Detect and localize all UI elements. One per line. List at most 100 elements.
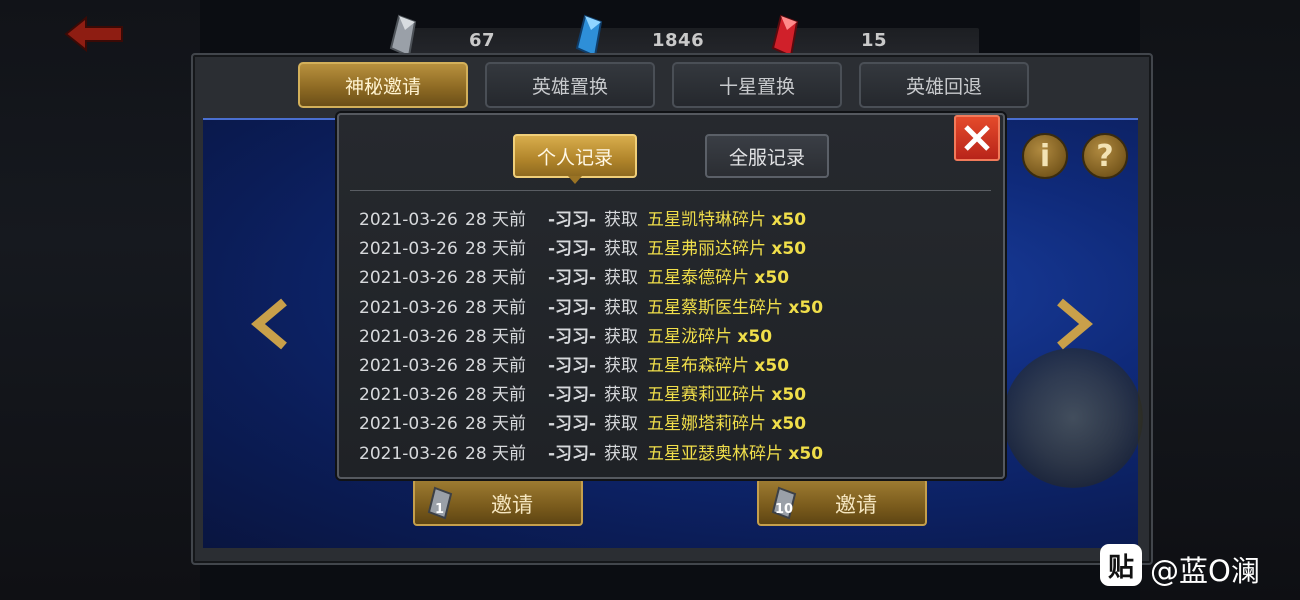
tab-ten-star-swap[interactable]: 十星置换 — [672, 62, 842, 108]
resource-value: 15 — [861, 30, 888, 51]
list-item: 2021-03-26 28 天前 -习习- 获取 五星弗丽达碎片 x50 — [352, 235, 988, 264]
record-player: -习习- — [548, 297, 597, 318]
record-player: -习习- — [548, 385, 597, 406]
reward-name: 五星凯特琳碎片 — [647, 210, 766, 230]
blue-crystal-icon — [575, 14, 603, 58]
chevron-left-icon — [251, 298, 287, 350]
reward-qty: x50 — [771, 239, 807, 260]
back-arrow-icon — [64, 15, 123, 53]
reward-name: 五星泷碎片 — [647, 326, 732, 347]
record-reward: 五星蔡斯医生碎片 x50 — [647, 294, 823, 323]
close-button[interactable] — [954, 115, 1000, 161]
watermark-text: @蓝O澜 — [1150, 554, 1260, 588]
record-player: -习习- — [548, 355, 597, 376]
resource-value: 67 — [469, 30, 496, 51]
record-reward: 五星娜塔莉碎片 x50 — [647, 410, 806, 439]
record-ago: 28 天前 — [465, 443, 527, 463]
back-button[interactable] — [62, 14, 126, 54]
record-ago: 28 天前 — [465, 268, 527, 289]
invite-ten-button[interactable]: 10 邀请 — [757, 478, 927, 526]
list-item: 2021-03-26 28 天前 -习习- 获取 五星布森碎片 x50 — [352, 352, 988, 381]
record-verb: 获取 — [604, 210, 638, 230]
record-date: 2021-03-26 — [359, 326, 458, 347]
reward-qty: x50 — [754, 268, 790, 289]
reward-name: 五星娜塔莉碎片 — [647, 414, 766, 435]
reward-name: 五星蔡斯医生碎片 — [647, 297, 783, 318]
next-arrow-button[interactable] — [1050, 298, 1096, 350]
record-ago: 28 天前 — [465, 297, 527, 318]
record-ago: 28 天前 — [465, 210, 527, 230]
record-ago: 28 天前 — [465, 414, 527, 435]
record-verb: 获取 — [604, 443, 638, 463]
record-date: 2021-03-26 — [359, 355, 458, 376]
tab-server-record[interactable]: 全服记录 — [705, 134, 829, 178]
reward-qty: x50 — [771, 414, 807, 435]
record-ago: 28 天前 — [465, 239, 527, 260]
record-player: -习习- — [548, 326, 597, 347]
resource-red-crystal: 15 — [767, 10, 1007, 58]
list-item: 2021-03-26 28 天前 -习习- 获取 五星娜塔莉碎片 x50 — [352, 410, 988, 439]
resource-value: 1846 — [652, 30, 705, 51]
record-reward: 五星泷碎片 x50 — [647, 323, 772, 352]
tab-hero-rollback[interactable]: 英雄回退 — [859, 62, 1029, 108]
reward-name: 五星亚瑟奥林碎片 — [647, 443, 783, 463]
chevron-right-icon — [1057, 298, 1093, 350]
record-player: -习习- — [548, 414, 597, 435]
record-verb: 获取 — [604, 297, 638, 318]
record-verb: 获取 — [604, 355, 638, 376]
record-reward: 五星布森碎片 x50 — [647, 352, 789, 381]
gray-crystal-icon — [389, 14, 417, 58]
record-date: 2021-03-26 — [359, 239, 458, 260]
record-date: 2021-03-26 — [359, 443, 458, 463]
record-ago: 28 天前 — [465, 385, 527, 406]
tab-mystery-invite[interactable]: 神秘邀请 — [298, 62, 468, 108]
help-button[interactable]: ? — [1082, 133, 1128, 179]
background-left — [0, 0, 200, 600]
reward-qty: x50 — [754, 355, 790, 376]
record-list[interactable]: 2021-03-26 28 天前 -习习- 获取 五星凯特琳碎片 x50 2021-03… — [352, 206, 988, 462]
invite-once-button[interactable]: 1 邀请 — [413, 478, 583, 526]
record-date: 2021-03-26 — [359, 297, 458, 318]
list-item: 2021-03-26 28 天前 -习习- 获取 五星凯特琳碎片 x50 — [352, 206, 988, 235]
record-reward: 五星凯特琳碎片 x50 — [647, 206, 806, 235]
invite-count: 10 — [775, 502, 794, 517]
prev-arrow-button[interactable] — [248, 298, 294, 350]
tab-personal-record[interactable]: 个人记录 — [513, 134, 637, 184]
record-date: 2021-03-26 — [359, 210, 458, 230]
record-reward: 五星赛莉亚碎片 x50 — [647, 381, 806, 410]
info-button[interactable]: i — [1022, 133, 1068, 179]
record-ago: 28 天前 — [465, 326, 527, 347]
record-reward: 五星泰德碎片 x50 — [647, 264, 789, 293]
close-icon — [964, 125, 990, 151]
reward-qty: x50 — [771, 210, 807, 230]
invite-label: 邀请 — [491, 493, 533, 517]
watermark-logo: 贴 — [1100, 544, 1142, 586]
reward-name: 五星弗丽达碎片 — [647, 239, 766, 260]
list-item: 2021-03-26 28 天前 -习习- 获取 五星泰德碎片 x50 — [352, 264, 988, 293]
record-date: 2021-03-26 — [359, 385, 458, 406]
record-date: 2021-03-26 — [359, 268, 458, 289]
resource-bar — [407, 28, 597, 56]
background-right — [1140, 0, 1300, 600]
reward-name: 五星赛莉亚碎片 — [647, 385, 766, 406]
reward-name: 五星布森碎片 — [647, 355, 749, 376]
record-player: -习习- — [548, 239, 597, 260]
record-verb: 获取 — [604, 268, 638, 289]
list-item: 2021-03-26 28 天前 -习习- 获取 五星赛莉亚碎片 x50 — [352, 381, 988, 410]
list-item: 2021-03-26 28 天前 -习习- 获取 五星蔡斯医生碎片 x50 — [352, 294, 988, 323]
reward-qty: x50 — [788, 443, 824, 463]
medal-emblem — [1003, 348, 1143, 488]
record-player: -习习- — [548, 443, 597, 463]
reward-qty: x50 — [788, 297, 824, 318]
popup-divider — [350, 190, 991, 191]
record-player: -习习- — [548, 210, 597, 230]
record-verb: 获取 — [604, 239, 638, 260]
tab-hero-swap[interactable]: 英雄置换 — [485, 62, 655, 108]
record-player: -习习- — [548, 268, 597, 289]
record-verb: 获取 — [604, 326, 638, 347]
reward-qty: x50 — [771, 385, 807, 406]
list-item: 2021-03-26 28 天前 -习习- 获取 五星亚瑟奥林碎片 x50 — [352, 440, 988, 463]
record-ago: 28 天前 — [465, 355, 527, 376]
red-crystal-icon — [771, 14, 799, 58]
list-item: 2021-03-26 28 天前 -习习- 获取 五星泷碎片 x50 — [352, 323, 988, 352]
